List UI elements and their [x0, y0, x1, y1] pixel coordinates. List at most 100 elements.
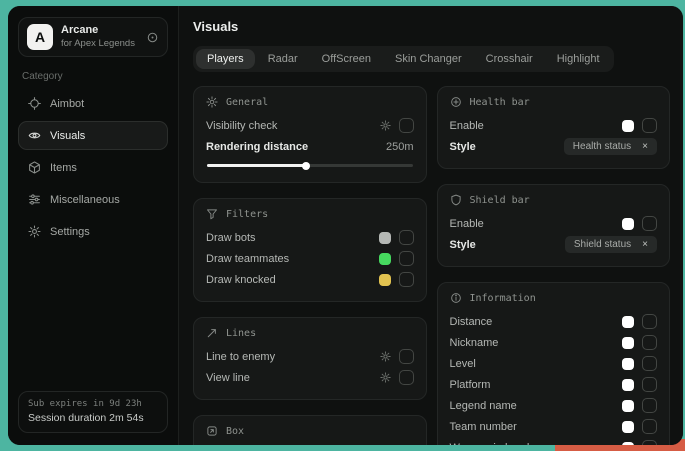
tab-bar: Players Radar OffScreen Skin Changer Cro…	[193, 46, 614, 72]
team-number-checkbox[interactable]	[642, 419, 657, 434]
app-header-card: A Arcane for Apex Legends	[18, 17, 168, 57]
sidebar-item-items[interactable]: Items	[18, 153, 168, 182]
row-label: Distance	[450, 316, 493, 328]
platform-color-swatch[interactable]	[622, 379, 634, 391]
tab-radar[interactable]: Radar	[257, 49, 309, 69]
shield-enable-checkbox[interactable]	[642, 216, 657, 231]
gear-icon[interactable]	[380, 372, 391, 383]
gear-icon	[28, 225, 41, 238]
tab-highlight[interactable]: Highlight	[546, 49, 611, 69]
shield-icon	[450, 194, 462, 206]
sidebar-item-miscellaneous[interactable]: Miscellaneous	[18, 185, 168, 214]
draw-bots-row: Draw bots	[206, 227, 414, 248]
app-logo: A	[27, 24, 53, 50]
level-checkbox[interactable]	[642, 356, 657, 371]
section-title: Filters	[226, 209, 268, 220]
visibility-check-row: Visibility check	[206, 115, 414, 136]
health-enable-checkbox[interactable]	[642, 118, 657, 133]
draw-bots-checkbox[interactable]	[399, 230, 414, 245]
category-label: Category	[22, 71, 164, 82]
row-label: Nickname	[450, 337, 499, 349]
team-number-color-swatch[interactable]	[622, 421, 634, 433]
session-duration-text: Session duration 2m 54s	[28, 412, 158, 424]
box-card: Box Enable Enable background	[193, 415, 427, 445]
rendering-distance-value: 250m	[386, 141, 414, 153]
draw-teammates-checkbox[interactable]	[399, 251, 414, 266]
row-label: Weapon in hands	[450, 442, 535, 446]
health-enable-color-swatch[interactable]	[622, 120, 634, 132]
row-label: Legend name	[450, 400, 517, 412]
filters-card: Filters Draw bots Draw teammates	[193, 198, 427, 302]
sidebar-item-label: Aimbot	[50, 98, 84, 110]
settings-columns: General Visibility check	[193, 86, 670, 445]
draw-knocked-color-swatch[interactable]	[379, 274, 391, 286]
app-window: A Arcane for Apex Legends Category Aimbo…	[8, 6, 683, 445]
gear-icon[interactable]	[380, 351, 391, 362]
level-color-swatch[interactable]	[622, 358, 634, 370]
app-subtitle: for Apex Legends	[61, 38, 138, 50]
draw-teammates-row: Draw teammates	[206, 248, 414, 269]
target-icon[interactable]	[146, 31, 159, 44]
shield-enable-color-swatch[interactable]	[622, 218, 634, 230]
view-line-checkbox[interactable]	[399, 370, 414, 385]
box-icon	[206, 425, 218, 437]
health-style-row: Style Health status ×	[450, 136, 658, 157]
lines-card: Lines Line to enemy	[193, 317, 427, 400]
info-legend-name-row: Legend name	[450, 395, 658, 416]
slider-thumb[interactable]	[302, 162, 310, 170]
information-card-header: Information	[450, 292, 658, 304]
row-label: Visibility check	[206, 120, 277, 132]
row-label: Draw teammates	[206, 253, 289, 265]
draw-teammates-color-swatch[interactable]	[379, 253, 391, 265]
health-style-chip[interactable]: Health status ×	[564, 138, 657, 155]
section-title: Information	[470, 293, 536, 304]
rendering-distance-slider[interactable]	[207, 164, 413, 167]
weapon-in-hands-checkbox[interactable]	[642, 440, 657, 445]
sidebar-item-settings[interactable]: Settings	[18, 217, 168, 246]
app-meta: Arcane for Apex Legends	[61, 24, 138, 50]
gear-icon[interactable]	[380, 120, 391, 131]
platform-checkbox[interactable]	[642, 377, 657, 392]
page-title: Visuals	[193, 19, 670, 34]
eye-icon	[28, 129, 41, 142]
general-card: General Visibility check	[193, 86, 427, 183]
nickname-color-swatch[interactable]	[622, 337, 634, 349]
tab-offscreen[interactable]: OffScreen	[311, 49, 382, 69]
slider-fill	[207, 164, 306, 167]
info-weapon-in-hands-row: Weapon in hands	[450, 437, 658, 445]
box-card-header: Box	[206, 425, 414, 437]
section-title: General	[226, 97, 268, 108]
visibility-check-checkbox[interactable]	[399, 118, 414, 133]
tab-skin-changer[interactable]: Skin Changer	[384, 49, 473, 69]
legend-name-checkbox[interactable]	[642, 398, 657, 413]
diagonal-line-icon	[206, 327, 218, 339]
info-team-number-row: Team number	[450, 416, 658, 437]
row-label: Line to enemy	[206, 351, 275, 363]
legend-name-color-swatch[interactable]	[622, 400, 634, 412]
remove-icon[interactable]: ×	[642, 142, 648, 152]
shield-style-chip[interactable]: Shield status ×	[565, 236, 657, 253]
draw-knocked-checkbox[interactable]	[399, 272, 414, 287]
health-enable-row: Enable	[450, 115, 658, 136]
tab-players[interactable]: Players	[196, 49, 255, 69]
distance-checkbox[interactable]	[642, 314, 657, 329]
shield-enable-row: Enable	[450, 213, 658, 234]
row-label: Team number	[450, 421, 517, 433]
funnel-icon	[206, 208, 218, 220]
view-line-row: View line	[206, 367, 414, 388]
line-to-enemy-checkbox[interactable]	[399, 349, 414, 364]
sidebar-item-label: Settings	[50, 226, 90, 238]
remove-icon[interactable]: ×	[642, 240, 648, 250]
draw-bots-color-swatch[interactable]	[379, 232, 391, 244]
sub-expires-text: Sub expires in 9d 23h	[28, 399, 158, 409]
tab-crosshair[interactable]: Crosshair	[475, 49, 544, 69]
sidebar-item-visuals[interactable]: Visuals	[18, 121, 168, 150]
subscription-info-card: Sub expires in 9d 23h Session duration 2…	[18, 391, 168, 433]
box-enable-row: Enable	[206, 444, 414, 445]
right-column: Health bar Enable Style Health status	[437, 86, 671, 445]
nickname-checkbox[interactable]	[642, 335, 657, 350]
sidebar-item-aimbot[interactable]: Aimbot	[18, 89, 168, 118]
weapon-in-hands-color-swatch[interactable]	[622, 442, 634, 446]
distance-color-swatch[interactable]	[622, 316, 634, 328]
chip-label: Shield status	[574, 239, 631, 250]
